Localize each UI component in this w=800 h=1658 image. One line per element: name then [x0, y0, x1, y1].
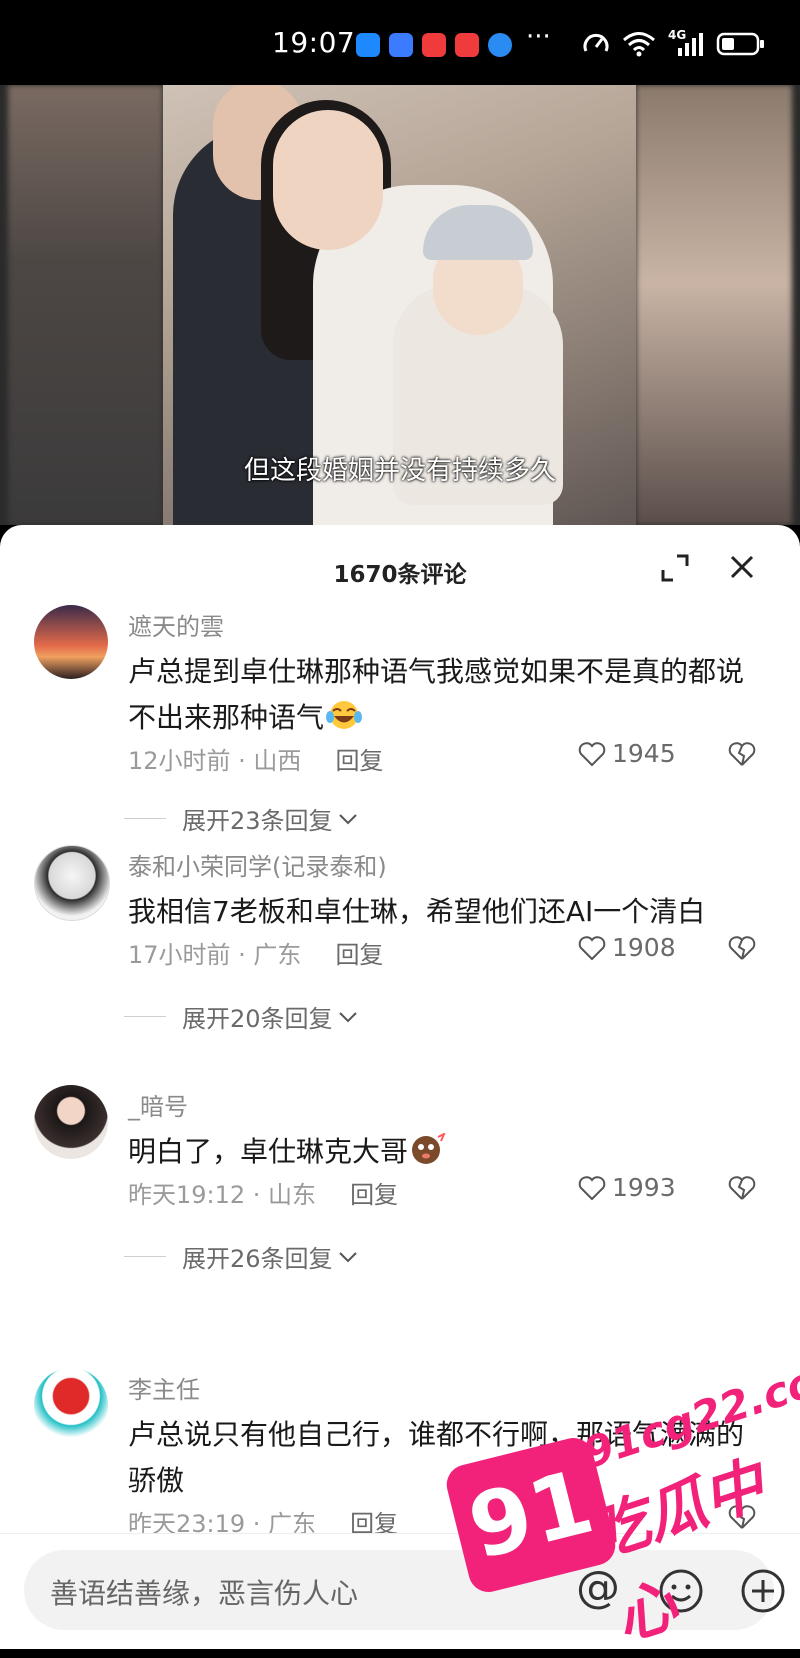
dislike-broken-heart-icon[interactable]: [728, 1175, 756, 1201]
battery-icon: [716, 32, 764, 56]
comment-item: 泰和小荣同学(记录泰和) 我相信7老板和卓仕琳，希望他们还AI一个清白 17小时…: [0, 845, 800, 1075]
comment-username[interactable]: 遮天的雲: [128, 607, 224, 642]
expand-replies-button[interactable]: 展开26条回复: [124, 1239, 359, 1274]
heart-icon: [578, 935, 606, 960]
comment-text: 我相信7老板和卓仕琳，希望他们还AI一个清白: [128, 895, 706, 928]
status-bar: 19:07 ··· 4G: [0, 0, 800, 85]
chevron-down-icon: [338, 1251, 357, 1262]
laughing-tears-emoji-icon: [326, 701, 363, 729]
watermark: 91 91cg22.com 吃瓜中心: [442, 1343, 800, 1655]
reply-button[interactable]: 回复: [335, 941, 383, 969]
shopping-app-icon: [422, 33, 446, 57]
dislike-broken-heart-icon[interactable]: [728, 741, 756, 767]
dizzy-face-emoji-icon: [412, 1133, 446, 1164]
chevron-down-icon: [338, 813, 357, 824]
like-button[interactable]: 1993: [578, 1173, 676, 1202]
message-app-icon: [356, 33, 380, 57]
shopping-app-icon-2: [455, 33, 479, 57]
comment-time-location: 17小时前 · 广东: [128, 941, 302, 969]
expand-replies-label: 展开26条回复: [182, 1245, 333, 1273]
avatar[interactable]: [34, 605, 108, 679]
signal-4g-icon: 4G: [668, 28, 704, 58]
comment-username[interactable]: 李主任: [128, 1370, 200, 1405]
status-right: 4G: [582, 28, 766, 58]
close-icon[interactable]: [728, 553, 756, 581]
comment-time-location: 12小时前 · 山西: [128, 747, 302, 775]
more-notifications-icon: ···: [526, 22, 551, 52]
reply-button[interactable]: 回复: [350, 1181, 398, 1209]
browser-app-icon: [488, 33, 512, 57]
avatar[interactable]: [34, 1368, 108, 1442]
comment-time-location: 昨天19:12 · 山东: [128, 1181, 317, 1209]
comment-text-content: 明白了，卓仕琳克大哥: [128, 1135, 409, 1168]
comment-username[interactable]: 泰和小荣同学(记录泰和): [128, 847, 387, 882]
comment-meta: 12小时前 · 山西 回复: [128, 741, 383, 776]
notification-icons: [356, 33, 512, 57]
expand-replies-button[interactable]: 展开23条回复: [124, 801, 359, 836]
network-type: 4G: [668, 28, 687, 42]
avatar[interactable]: [34, 1085, 108, 1159]
like-count: 1908: [612, 933, 676, 962]
expand-replies-label: 展开20条回复: [182, 1005, 333, 1033]
speedometer-icon: [583, 33, 609, 52]
comment-username[interactable]: _暗号: [128, 1087, 188, 1122]
comment-meta: 昨天19:12 · 山东 回复: [128, 1175, 398, 1210]
expand-replies-label: 展开23条回复: [182, 807, 333, 835]
reply-button[interactable]: 回复: [335, 747, 383, 775]
comment-text: 卢总提到卓仕琳那种语气我感觉如果不是真的都说不出来那种语气: [128, 649, 768, 741]
wifi-icon: [623, 32, 655, 57]
heart-icon: [578, 1175, 606, 1200]
video-subtitle: 但这段婚姻并没有持续多久: [243, 456, 556, 486]
comment-item: _暗号 明白了，卓仕琳克大哥 昨天19:12 · 山东 回复 1993 展开26条…: [0, 1085, 800, 1315]
comment-meta: 17小时前 · 广东 回复: [128, 935, 383, 970]
video-figure-woman-head: [273, 110, 383, 250]
expand-replies-button[interactable]: 展开20条回复: [124, 999, 359, 1034]
comment-text-content: 卢总提到卓仕琳那种语气我感觉如果不是真的都说不出来那种语气: [128, 655, 745, 734]
comment-item: 遮天的雲 卢总提到卓仕琳那种语气我感觉如果不是真的都说不出来那种语气 12小时前…: [0, 605, 800, 835]
dislike-broken-heart-icon[interactable]: [728, 935, 756, 961]
like-button[interactable]: 1945: [578, 739, 676, 768]
chevron-down-icon: [338, 1011, 357, 1022]
like-count: 1993: [612, 1173, 676, 1202]
avatar[interactable]: [34, 845, 110, 921]
heart-icon: [578, 741, 606, 766]
comment-input-placeholder: 善语结善缘，恶言伤人心: [50, 1577, 359, 1610]
nfc-app-icon: [389, 33, 413, 57]
like-button[interactable]: 1908: [578, 933, 676, 962]
video-player[interactable]: 但这段婚姻并没有持续多久: [0, 85, 800, 525]
comment-text: 明白了，卓仕琳克大哥: [128, 1129, 768, 1175]
like-count: 1945: [612, 739, 676, 768]
expand-icon[interactable]: [660, 553, 690, 583]
status-time: 19:07: [272, 26, 356, 59]
